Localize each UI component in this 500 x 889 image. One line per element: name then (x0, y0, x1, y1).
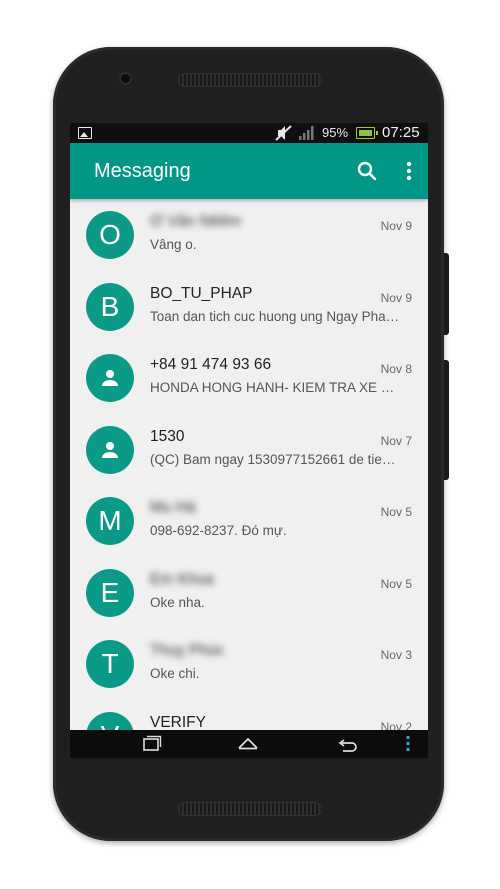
message-snippet: (QC) Bam ngay 1530977152661 de tien hanh (150, 451, 402, 467)
contact-name: Thuỵ Phúc (150, 642, 225, 659)
message-date: Nov 9 (380, 290, 412, 305)
navigation-bar (70, 730, 428, 758)
conversation-row[interactable]: +84 91 474 93 66 Nov 8 HONDA HONG HANH- … (70, 342, 428, 414)
message-snippet: 098-692-8237. Đó mự. (150, 523, 287, 538)
home-icon[interactable] (234, 730, 262, 758)
contact-name: BO_TU_PHAP (150, 284, 253, 302)
message-snippet: Oke nha. (150, 594, 205, 610)
message-date: Nov 8 (380, 362, 412, 376)
volume-button (444, 253, 449, 335)
conversation-list[interactable]: O Ơ Vân Nêêm Nov 9 Vâng o. B BO_TU_PHAP … (70, 199, 428, 730)
clock: 07:25 (382, 124, 420, 141)
battery-icon (356, 127, 378, 139)
conversation-row[interactable]: M Mu Hà Nov 5 098-692-8237. Đó mự. (70, 485, 428, 557)
person-icon (102, 370, 118, 386)
message-date: Nov 5 (380, 505, 412, 519)
contact-name: +84 91 474 93 66 (150, 356, 272, 373)
contact-name: Em Khoa (150, 570, 214, 588)
conversation-row[interactable]: O Ơ Vân Nêêm Nov 9 Vâng o. (70, 199, 428, 271)
front-camera (119, 72, 132, 85)
contact-name: Mu Hà (150, 499, 196, 516)
contact-name: 1530 (150, 427, 185, 445)
search-icon[interactable] (354, 158, 380, 184)
conversation-row[interactable]: B BO_TU_PHAP Nov 9 Toan dan tich cuc huo… (70, 271, 428, 343)
signal-icon (299, 126, 315, 140)
top-speaker (178, 73, 322, 87)
avatar: T (86, 640, 134, 688)
bottom-speaker (178, 802, 322, 816)
avatar: E (86, 568, 134, 617)
contact-name: VERIFY (150, 713, 206, 731)
app-title: Messaging (94, 160, 191, 182)
overflow-icon[interactable] (400, 730, 416, 758)
recents-icon[interactable] (138, 730, 164, 758)
person-icon (102, 441, 118, 458)
message-date: Nov 7 (380, 433, 412, 448)
avatar (86, 354, 134, 402)
avatar: B (86, 282, 134, 331)
avatar (86, 425, 134, 474)
gallery-notification-icon (78, 127, 92, 139)
conversation-row[interactable]: V VERIFY Nov 2 (70, 700, 428, 731)
message-snippet: Toan dan tich cuc huong ung Ngay Phap lu… (150, 308, 402, 324)
message-date: Nov 5 (380, 576, 412, 591)
screen: 95% 07:25 Messaging O Ơ Vân Nêêm Nov 9 V… (70, 123, 428, 758)
more-vert-icon[interactable] (400, 158, 418, 184)
avatar: M (86, 497, 134, 545)
avatar: V (86, 711, 134, 730)
message-snippet: Vâng o. (150, 237, 197, 252)
conversation-row[interactable]: E Em Khoa Nov 5 Oke nha. (70, 557, 428, 629)
message-date: Nov 2 (380, 719, 412, 731)
app-bar: Messaging (70, 143, 428, 199)
power-button (444, 360, 449, 480)
message-date: Nov 3 (380, 648, 412, 662)
conversation-row[interactable]: T Thuỵ Phúc Nov 3 Oke chi. (70, 628, 428, 700)
message-snippet: HONDA HONG HANH- KIEM TRA XE MIEN PHI (150, 380, 402, 395)
avatar: O (86, 211, 134, 259)
contact-name: Ơ Vân Nêêm (150, 213, 241, 230)
battery-percentage: 95% (322, 125, 349, 140)
message-snippet: Oke chi. (150, 666, 200, 681)
conversation-row[interactable]: 1530 Nov 7 (QC) Bam ngay 1530977152661 d… (70, 414, 428, 486)
back-icon[interactable] (334, 730, 362, 758)
status-bar: 95% 07:25 (70, 123, 428, 143)
message-date: Nov 9 (380, 219, 412, 233)
mute-icon (275, 125, 293, 141)
